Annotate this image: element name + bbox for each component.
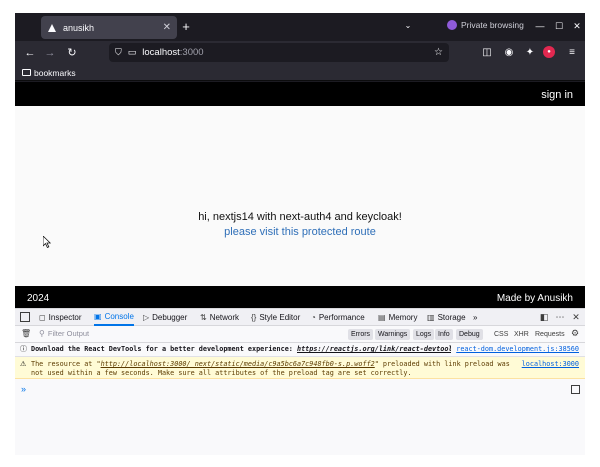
style-editor-icon: {}	[251, 313, 257, 322]
type-css[interactable]: CSS	[494, 329, 508, 340]
info-icon: ⓘ	[20, 346, 27, 353]
level-logs[interactable]: Logs	[413, 329, 435, 340]
pocket-icon[interactable]: ◫	[479, 45, 495, 61]
navigation-toolbar: ← → ↻ ⛉ ▭ localhost:3000 ☆ ◫ ◉ ✦ ● ≡	[15, 41, 585, 65]
tab-inspector[interactable]: ◻ Inspector	[39, 309, 82, 326]
devtools-panel: ◻ Inspector ▣ Console ▷ Debugger ⇅ Netwo…	[15, 308, 585, 455]
clear-console-icon[interactable]: 🗑	[21, 329, 31, 338]
tab-title: anusikh	[63, 22, 95, 33]
extensions-icon[interactable]: ✦	[522, 45, 538, 61]
reload-icon[interactable]: ↻	[64, 45, 80, 61]
level-debug[interactable]: Debug	[456, 329, 483, 340]
tab-debugger[interactable]: ▷ Debugger	[143, 309, 187, 326]
account-icon[interactable]: ◉	[501, 45, 517, 61]
extension-badge-icon[interactable]: ●	[543, 46, 555, 58]
warning-source-link[interactable]: localhost:3000	[522, 360, 579, 369]
bookmark-star-icon[interactable]: ☆	[434, 47, 443, 58]
new-tab-button[interactable]: +	[178, 19, 194, 35]
type-requests[interactable]: Requests	[535, 329, 565, 340]
devtools-link[interactable]: https://reactjs.org/link/react-devtools	[297, 345, 451, 353]
page-viewport: sign in hi, nextjs14 with next-auth4 and…	[15, 82, 585, 308]
level-warnings[interactable]: Warnings	[375, 329, 411, 340]
bookmarks-folder[interactable]: bookmarks	[34, 68, 76, 78]
tab-console[interactable]: ▣ Console	[94, 309, 134, 326]
storage-icon: ▥	[427, 313, 435, 322]
tab-network[interactable]: ⇅ Network	[200, 309, 239, 326]
window-close-button[interactable]: ✕	[570, 19, 584, 33]
tab-style-editor[interactable]: {} Style Editor	[251, 309, 300, 326]
filter-icon: ⚲	[39, 329, 45, 338]
folder-icon	[22, 69, 31, 76]
console-message-text: Download the React DevTools for a better…	[31, 345, 451, 354]
console-message-warning: ⚠ The resource at "http://localhost:3000…	[15, 357, 585, 379]
url-port: :3000	[179, 47, 204, 58]
message-source-link[interactable]: react-dom.development.js:38560	[456, 345, 579, 354]
warning-icon: ⚠	[20, 361, 27, 368]
filter-output-input[interactable]: ⚲ Filter Output	[39, 329, 89, 338]
tab-memory[interactable]: ▤ Memory	[378, 309, 417, 326]
console-icon: ▣	[94, 312, 102, 321]
debugger-icon: ▷	[143, 313, 150, 322]
maximize-button[interactable]: ☐	[552, 19, 566, 33]
sign-in-link[interactable]: sign in	[541, 89, 573, 101]
element-picker-icon[interactable]	[20, 312, 30, 322]
tab-storage[interactable]: ▥ Storage	[427, 309, 466, 326]
footer-year: 2024	[27, 293, 50, 304]
type-xhr[interactable]: XHR	[514, 329, 529, 340]
bookmarks-toolbar: bookmarks	[15, 65, 585, 81]
inspector-icon: ◻	[39, 313, 46, 322]
forward-arrow-icon[interactable]: →	[42, 45, 58, 61]
devtools-close-icon[interactable]: ✕	[570, 311, 582, 323]
tab-close-icon[interactable]: ✕	[163, 22, 171, 33]
main-content: hi, nextjs14 with next-auth4 and keycloa…	[15, 106, 585, 286]
memory-icon: ▤	[378, 313, 386, 322]
minimize-button[interactable]: —	[533, 19, 547, 33]
browser-window: anusikh ✕ + ⌄ Private browsing — ☐ ✕ ← →…	[15, 13, 585, 455]
protected-route-link[interactable]: please visit this protected route	[15, 226, 585, 238]
console-settings-icon[interactable]: ⚙	[571, 328, 579, 339]
console-warning-text: The resource at "http://localhost:3000/_…	[31, 360, 510, 377]
tab-performance[interactable]: ◔ Performance	[311, 309, 365, 326]
performance-icon: ◔	[311, 313, 316, 322]
footer-credit: Made by Anusikh	[496, 293, 573, 304]
devtools-toolbar: ◻ Inspector ▣ Console ▷ Debugger ⇅ Netwo…	[15, 309, 585, 326]
browser-tab[interactable]: anusikh ✕	[41, 16, 177, 39]
private-browsing-indicator: Private browsing	[447, 20, 524, 30]
tab-favicon-icon	[47, 23, 57, 33]
menu-icon[interactable]: ≡	[564, 45, 580, 61]
network-icon: ⇅	[200, 313, 207, 322]
back-arrow-icon[interactable]: ←	[22, 45, 38, 61]
private-browsing-label: Private browsing	[461, 20, 524, 30]
split-console-icon[interactable]: ◧	[538, 311, 550, 323]
level-errors[interactable]: Errors	[348, 329, 374, 340]
console-input-prompt[interactable]: »	[21, 384, 26, 394]
shield-icon[interactable]: ⛉	[115, 47, 122, 58]
url-host: localhost	[142, 47, 180, 58]
console-filter-bar: 🗑 ⚲ Filter Output Errors Warnings Logs I…	[15, 326, 585, 343]
address-bar[interactable]: ⛉ ▭ localhost:3000 ☆	[109, 43, 449, 62]
more-tabs-icon[interactable]: »	[473, 309, 477, 326]
console-message-info: ⓘ Download the React DevTools for a bett…	[15, 343, 585, 357]
private-browsing-icon	[447, 20, 457, 30]
mouse-cursor-icon	[43, 236, 51, 248]
console-sidebar-icon[interactable]	[571, 385, 580, 394]
tab-strip: anusikh ✕ + ⌄ Private browsing — ☐ ✕	[15, 13, 585, 41]
level-info[interactable]: Info	[435, 329, 453, 340]
page-info-icon[interactable]: ▭	[128, 47, 137, 58]
tab-list-icon[interactable]: ⌄	[401, 19, 415, 33]
devtools-menu-icon[interactable]: ⋯	[554, 311, 566, 323]
greeting-text: hi, nextjs14 with next-auth4 and keycloa…	[198, 211, 402, 223]
resource-link[interactable]: http://localhost:3000/_next/static/media…	[101, 360, 375, 368]
